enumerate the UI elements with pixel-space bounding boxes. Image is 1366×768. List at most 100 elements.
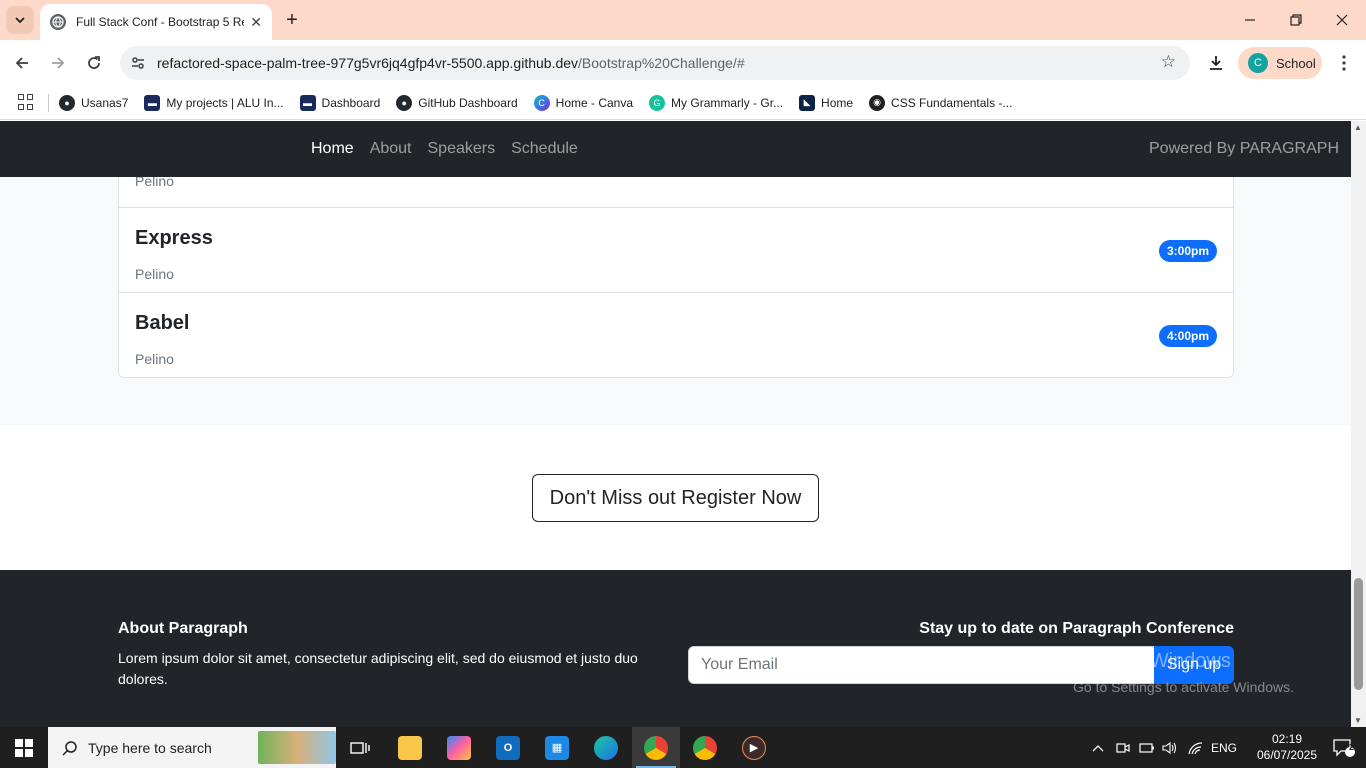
back-button[interactable] bbox=[10, 51, 34, 75]
address-bar[interactable]: refactored-space-palm-tree-977g5vr6jq4gf… bbox=[120, 46, 1190, 80]
new-tab-button[interactable]: + bbox=[282, 8, 302, 32]
site-info-icon[interactable] bbox=[128, 53, 148, 73]
download-icon bbox=[1210, 56, 1222, 70]
chrome-profile-button[interactable] bbox=[681, 727, 729, 768]
email-input[interactable] bbox=[688, 646, 1155, 684]
taskbar-search[interactable]: Type here to search bbox=[48, 727, 336, 768]
language-indicator[interactable]: ENG bbox=[1208, 727, 1240, 768]
signup-button[interactable]: Sign up bbox=[1154, 646, 1234, 684]
arrow-right-icon bbox=[52, 57, 65, 69]
taskbar: Type here to search O ▦ ▶ ENG 02:19 06/0… bbox=[0, 727, 1366, 768]
time-badge: 3:00pm bbox=[1158, 240, 1217, 262]
scroll-down-icon[interactable]: ▼ bbox=[1354, 716, 1362, 725]
schedule-item: Babel Pelino 4:00pm bbox=[119, 292, 1233, 377]
bookmark-item[interactable]: ◣ Home bbox=[799, 94, 853, 111]
battery-icon[interactable] bbox=[1137, 727, 1157, 768]
url-path: /Bootstrap%20Challenge/# bbox=[578, 55, 745, 71]
register-button[interactable]: Don't Miss out Register Now bbox=[532, 474, 819, 522]
outlook-icon: O bbox=[496, 735, 520, 760]
avatar: C bbox=[1248, 53, 1268, 73]
bookmark-label: GitHub Dashboard bbox=[418, 95, 518, 110]
tab-search-button[interactable] bbox=[6, 6, 34, 34]
chevron-down-icon bbox=[15, 17, 25, 24]
edge-icon bbox=[594, 735, 618, 760]
nav-link-speakers[interactable]: Speakers bbox=[428, 140, 496, 158]
notifications-button[interactable]: 2 bbox=[1322, 727, 1366, 768]
bookmark-item[interactable]: ● Usanas7 bbox=[59, 94, 129, 111]
bookmark-item[interactable]: ● GitHub Dashboard bbox=[396, 94, 518, 111]
menu-button[interactable] bbox=[1334, 51, 1354, 75]
bookmark-label: CSS Fundamentals -... bbox=[891, 95, 1013, 110]
forward-button[interactable] bbox=[46, 51, 70, 75]
task-view-button[interactable] bbox=[336, 727, 384, 768]
bookmark-icon: ◣ bbox=[799, 94, 816, 111]
schedule-item-speaker: Pelino bbox=[135, 266, 174, 282]
bookmark-item[interactable]: G My Grammarly - Gr... bbox=[649, 94, 784, 111]
apps-grid-icon[interactable] bbox=[18, 93, 36, 112]
minimize-icon bbox=[1245, 19, 1255, 21]
volume-icon[interactable] bbox=[1160, 727, 1180, 768]
schedule-item: Express Pelino 3:00pm bbox=[119, 207, 1233, 292]
bookmark-item[interactable]: ◉ CSS Fundamentals -... bbox=[869, 94, 1013, 111]
system-clock[interactable]: 02:19 06/07/2025 bbox=[1250, 731, 1324, 763]
register-section: Don't Miss out Register Now bbox=[0, 425, 1351, 570]
clock-time: 02:19 bbox=[1271, 732, 1303, 746]
copilot-button[interactable] bbox=[435, 727, 483, 768]
wifi-icon[interactable] bbox=[1186, 727, 1206, 768]
file-explorer-button[interactable] bbox=[386, 727, 434, 768]
close-window-button[interactable] bbox=[1324, 8, 1360, 32]
bookmark-label: My Grammarly - Gr... bbox=[671, 95, 784, 110]
about-text: Lorem ipsum dolor sit amet, consectetur … bbox=[118, 650, 638, 687]
restore-icon bbox=[1290, 14, 1302, 26]
site-footer: About Paragraph Lorem ipsum dolor sit am… bbox=[0, 570, 1351, 727]
search-highlight-image bbox=[258, 731, 336, 764]
nav-link-home[interactable]: Home bbox=[311, 140, 354, 158]
bookmark-item[interactable]: ▬ Dashboard bbox=[299, 94, 381, 111]
start-button[interactable] bbox=[0, 727, 48, 768]
store-icon: ▦ bbox=[545, 735, 569, 760]
globe-icon bbox=[50, 14, 66, 30]
scrollbar-thumb[interactable] bbox=[1354, 578, 1363, 690]
bookmark-item[interactable]: ▬ My projects | ALU In... bbox=[144, 94, 284, 111]
bookmark-item[interactable]: C Home - Canva bbox=[533, 94, 633, 111]
url-host: refactored-space-palm-tree-977g5vr6jq4gf… bbox=[157, 55, 579, 71]
chrome-button[interactable] bbox=[632, 727, 680, 768]
profile-button[interactable]: C School bbox=[1238, 47, 1322, 79]
schedule-item-title: Babel bbox=[135, 312, 190, 334]
clock-date: 06/07/2025 bbox=[1256, 748, 1318, 762]
nav-link-about[interactable]: About bbox=[370, 140, 412, 158]
copilot-icon bbox=[447, 735, 471, 760]
search-icon bbox=[62, 740, 77, 756]
reload-button[interactable] bbox=[82, 51, 106, 75]
bookmark-label: Usanas7 bbox=[81, 95, 129, 110]
edge-button[interactable] bbox=[582, 727, 630, 768]
about-heading: About Paragraph bbox=[118, 620, 248, 637]
profile-name: School bbox=[1276, 55, 1316, 71]
store-button[interactable]: ▦ bbox=[533, 727, 581, 768]
minimize-button[interactable] bbox=[1232, 8, 1268, 32]
media-player-button[interactable]: ▶ bbox=[730, 727, 778, 768]
scroll-up-icon[interactable]: ▲ bbox=[1354, 123, 1362, 132]
reload-icon bbox=[88, 56, 100, 69]
nav-link-schedule[interactable]: Schedule bbox=[511, 140, 578, 158]
show-hidden-icons-button[interactable] bbox=[1088, 727, 1108, 768]
canva-icon: C bbox=[533, 94, 550, 111]
schedule-item-title: Express bbox=[135, 227, 213, 249]
download-button[interactable] bbox=[1204, 51, 1228, 75]
kebab-menu-icon bbox=[1342, 55, 1346, 71]
outlook-button[interactable]: O bbox=[484, 727, 532, 768]
bookmark-star-icon[interactable]: ☆ bbox=[1161, 52, 1176, 72]
chrome-icon bbox=[693, 735, 717, 760]
github-icon: ● bbox=[396, 94, 413, 111]
url-text: refactored-space-palm-tree-977g5vr6jq4gf… bbox=[157, 55, 745, 71]
page-scrollbar[interactable]: ▲ ▼ bbox=[1351, 121, 1366, 727]
folder-icon bbox=[398, 735, 422, 760]
bookmark-label: Dashboard bbox=[321, 95, 381, 110]
restore-button[interactable] bbox=[1278, 8, 1314, 32]
meet-now-icon[interactable] bbox=[1113, 727, 1133, 768]
tab-strip: Full Stack Conf - Bootstrap 5 Re ✕ + bbox=[0, 0, 1366, 40]
browser-tab[interactable]: Full Stack Conf - Bootstrap 5 Re ✕ bbox=[40, 4, 272, 40]
site-navbar: Home About Speakers Schedule Powered By … bbox=[0, 121, 1351, 177]
chevron-up-icon bbox=[1092, 744, 1104, 751]
close-tab-icon[interactable]: ✕ bbox=[250, 14, 262, 31]
